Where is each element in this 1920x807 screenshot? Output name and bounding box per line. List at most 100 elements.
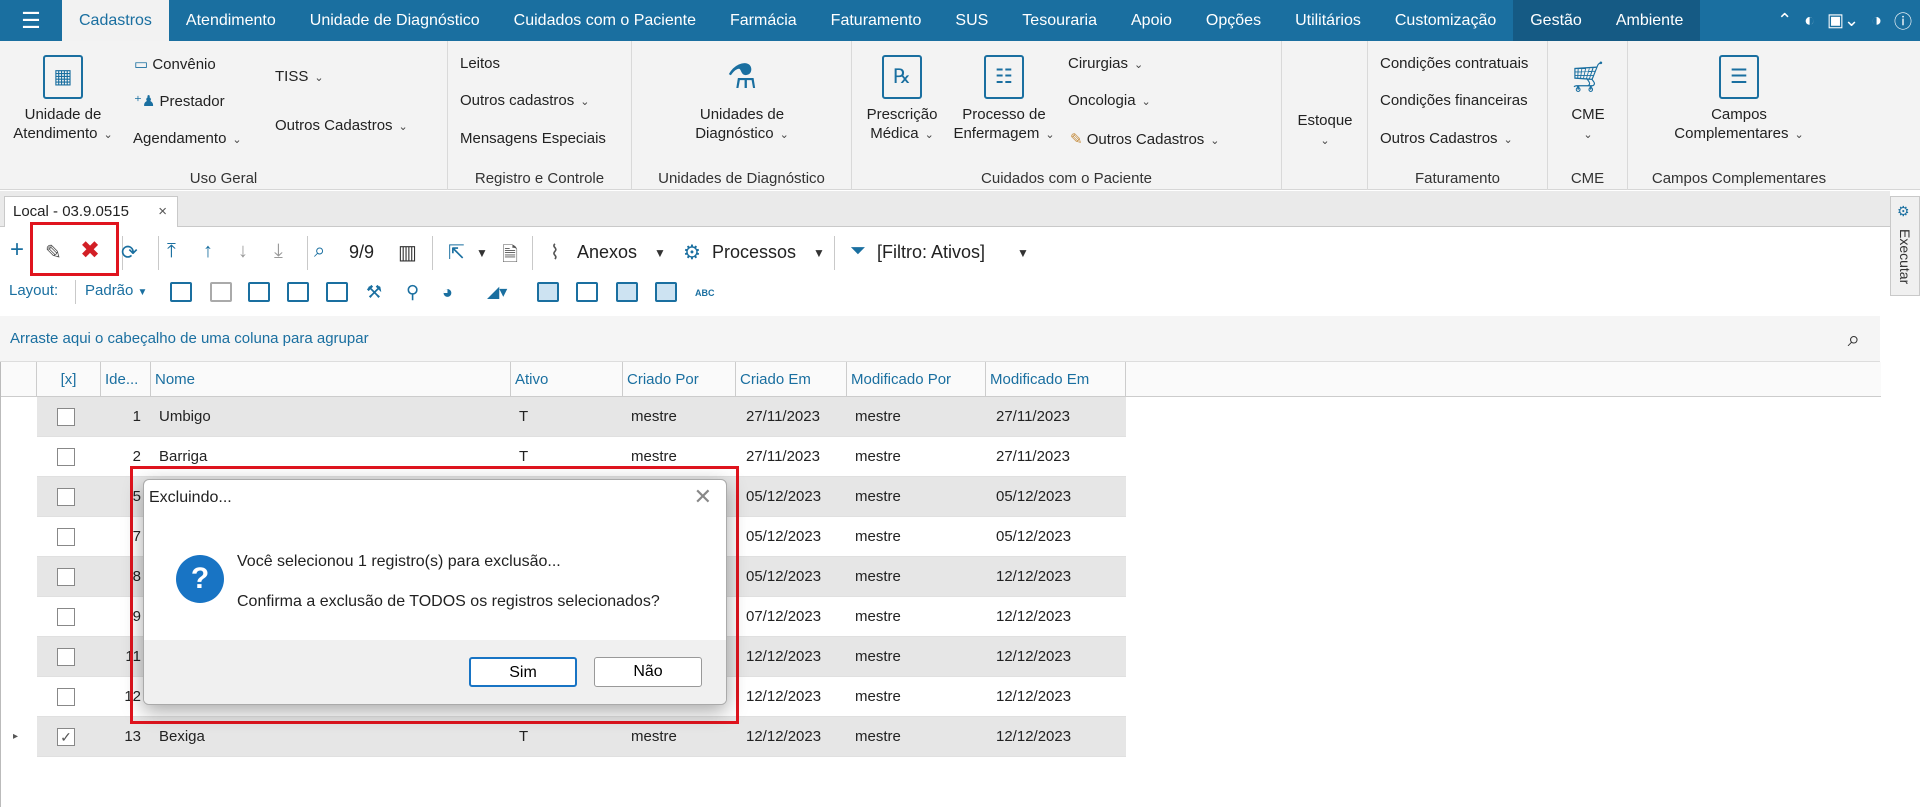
view-layout-4-icon[interactable] [655,282,677,302]
estoque-button[interactable]: Estoque ⌄ [1282,111,1368,151]
leitos-button[interactable]: Leitos [460,55,500,72]
shield-icon[interactable]: ◐ [1804,10,1815,31]
outros-cadastros-faturamento-button[interactable]: Outros Cadastros ⌄ [1380,130,1513,147]
row-checkbox[interactable] [57,448,75,466]
expand-all-icon[interactable] [170,282,192,302]
anexos-button[interactable]: Anexos [577,242,637,263]
campos-complementares-button[interactable]: ☰ Campos Complementares ⌄ [1644,55,1834,145]
row-checkbox[interactable] [57,648,75,666]
menu-unidade-de-diagnóstico[interactable]: Unidade de Diagnóstico [293,0,497,41]
move-first-icon[interactable]: ⤒ [167,240,176,263]
view-layout-3-icon[interactable] [616,282,638,302]
table-row[interactable]: 1 Umbigo Tmestre 27/11/2023 mestre 27/11/2023 [37,397,1126,437]
menu-cuidados-com-o-paciente[interactable]: Cuidados com o Paciente [497,0,713,41]
unidades-diagnostico-button[interactable]: ⚗ Unidades de Diagnóstico ⌄ [672,55,812,145]
refresh-icon[interactable]: ⟳ [121,240,138,265]
filter-icon[interactable]: ⏷ [850,240,866,263]
outros-cadastros-button[interactable]: Outros Cadastros ⌄ [275,117,408,134]
unidade-atendimento-button[interactable]: ▦ Unidade de Atendimento ⌄ [8,55,118,145]
app-menu-button[interactable]: ☰ [0,0,62,41]
condicoes-contratuais-button[interactable]: Condições contratuais [1380,55,1528,72]
row-checkbox[interactable] [57,408,75,426]
outros-cadastros-registro-button[interactable]: Outros cadastros ⌄ [460,92,589,109]
export-icon[interactable]: ⇱ [448,240,465,265]
dialog-close-icon[interactable]: ✕ [694,484,712,510]
menu-atendimento[interactable]: Atendimento [169,0,293,41]
add-icon[interactable]: + [10,236,24,264]
menu-customização[interactable]: Customização [1378,0,1513,41]
menu-apoio[interactable]: Apoio [1114,0,1189,41]
menu-sus[interactable]: SUS [938,0,1005,41]
executar-panel[interactable]: ⚙ Executar [1890,196,1920,296]
menu-tesouraria[interactable]: Tesouraria [1005,0,1114,41]
agendamento-button[interactable]: Agendamento ⌄ [133,130,242,147]
color-icon[interactable]: ◕ [442,282,453,303]
export-dropdown-icon[interactable]: ▼ [476,246,488,260]
move-down-icon[interactable]: ↓ [238,240,248,263]
column-header[interactable]: Ide... [101,362,151,397]
filtro-dropdown-icon[interactable]: ▼ [1017,246,1029,260]
menu-utilitários[interactable]: Utilitários [1278,0,1378,41]
view-layout-2-icon[interactable] [576,282,598,302]
prescricao-medica-button[interactable]: ℞ Prescrição Médica ⌄ [860,55,944,145]
column-header[interactable]: Modificado Em [986,362,1126,397]
convenio-button[interactable]: ▭ Convênio [134,55,216,73]
columns-icon[interactable]: ▥ [398,240,417,265]
layout-select[interactable]: Padrão ▼ [85,282,147,299]
menu-faturamento[interactable]: Faturamento [814,0,939,41]
paperclip-icon[interactable]: ⌇ [550,240,560,265]
menu-gestão[interactable]: Gestão [1513,0,1599,41]
row-checkbox[interactable] [57,608,75,626]
prestador-button[interactable]: ⁺♟ Prestador [134,92,225,110]
paint-icon[interactable]: ⚒ [366,282,382,303]
filtro-button[interactable]: [Filtro: Ativos] [877,242,985,263]
column-header[interactable]: Modificado Por [847,362,986,397]
document-icon[interactable]: 🗎︎ [502,240,518,274]
fit-icon[interactable] [248,282,270,302]
anexos-dropdown-icon[interactable]: ▼ [654,246,666,260]
row-checkbox[interactable] [57,688,75,706]
oncologia-button[interactable]: Oncologia ⌄ [1068,92,1151,109]
view-layout-1-icon[interactable] [537,282,559,302]
row-checkbox[interactable] [57,568,75,586]
pin-icon[interactable]: ⚲ [406,282,419,303]
headset-icon[interactable]: ◑ [1871,10,1882,31]
mensagens-especiais-button[interactable]: Mensagens Especiais [460,130,606,147]
cme-button[interactable]: 🛒︎ CME ⌄ [1548,55,1628,145]
row-checkbox[interactable] [57,528,75,546]
processos-dropdown-icon[interactable]: ▼ [813,246,825,260]
help-icon[interactable]: ⓘ [1894,8,1912,34]
outros-cadastros-cuidados-button[interactable]: ✎ Outros Cadastros ⌄ [1070,130,1220,148]
move-last-icon[interactable]: ⤓ [274,240,283,263]
menu-farmácia[interactable]: Farmácia [713,0,814,41]
row-checkbox[interactable] [57,488,75,506]
processos-button[interactable]: Processos [712,242,796,263]
collapse-ribbon-icon[interactable]: ⌃ [1777,10,1792,31]
cirurgias-button[interactable]: Cirurgias ⌄ [1068,55,1143,72]
group-by-bar[interactable]: Arraste aqui o cabeçalho de uma coluna p… [0,316,1880,362]
grid-search-icon[interactable]: ⌕ [1848,326,1860,352]
chart-icon[interactable]: ◢▾ [487,282,507,302]
move-up-icon[interactable]: ↑ [203,240,213,263]
yes-button[interactable]: Sim [469,657,577,687]
processo-enfermagem-button[interactable]: ☷ Processo de Enfermagem ⌄ [948,55,1060,145]
search-toolbar-icon[interactable]: ⌕ [314,240,325,263]
condicoes-financeiras-button[interactable]: Condições financeiras [1380,92,1528,109]
column-header[interactable]: [x] [37,362,101,397]
close-tab-icon[interactable]: × [158,197,167,226]
column-header[interactable]: Criado Em [736,362,847,397]
upload-icon[interactable] [287,282,309,302]
row-checkbox[interactable]: ✓ [57,728,75,746]
layout-icon[interactable]: ▣⌄ [1827,10,1859,31]
column-header[interactable]: Nome [151,362,511,397]
no-button[interactable]: Não [594,657,702,687]
menu-cadastros[interactable]: Cadastros [62,0,169,41]
abc-icon[interactable]: ABC [695,288,715,298]
tiss-button[interactable]: TISS ⌄ [275,68,324,85]
collapse-all-icon[interactable] [210,282,232,302]
menu-opções[interactable]: Opções [1189,0,1278,41]
download-icon[interactable] [326,282,348,302]
processos-gear-icon[interactable]: ⚙ [683,240,701,265]
column-header[interactable]: Ativo [511,362,623,397]
menu-ambiente[interactable]: Ambiente [1598,0,1701,41]
